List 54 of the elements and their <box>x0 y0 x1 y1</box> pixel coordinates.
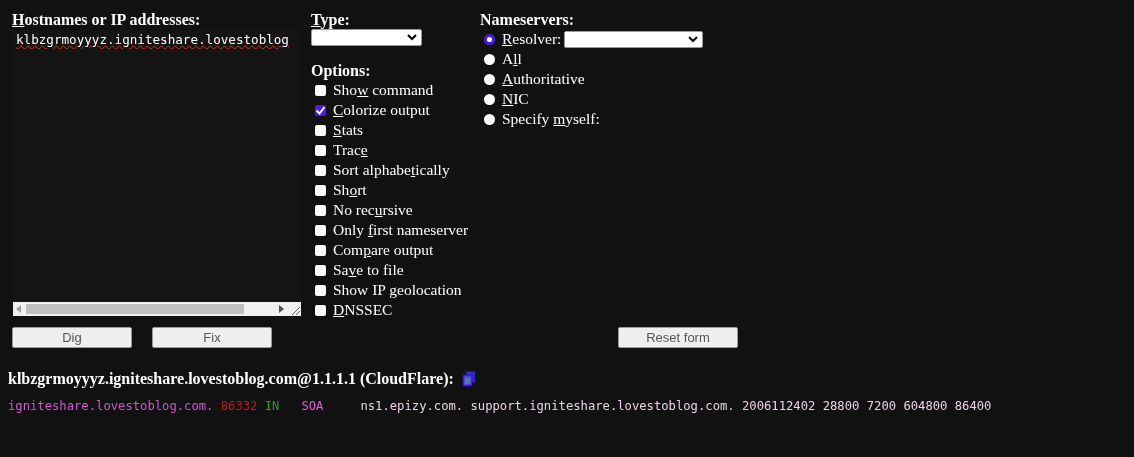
option-label[interactable]: Only first nameserver <box>333 221 469 239</box>
radio-button[interactable] <box>484 33 495 45</box>
checkbox[interactable] <box>315 244 326 256</box>
horizontal-scrollbar[interactable] <box>13 302 287 316</box>
scroll-right-icon[interactable] <box>278 305 284 313</box>
options-heading: Options: <box>311 61 372 80</box>
resize-grip-icon[interactable] <box>287 302 301 316</box>
hostnames-label: Hostnames or IP addresses: <box>12 10 202 29</box>
option-label[interactable]: Trace <box>333 141 368 159</box>
checkbox[interactable] <box>315 184 326 196</box>
type-label: Type: <box>311 10 351 29</box>
option-label[interactable]: Show IP geolocation <box>333 281 462 299</box>
fix-button[interactable]: Fix <box>152 327 272 348</box>
output-text: IN <box>264 399 280 413</box>
output-text: igniteshare.lovestoblog.com. <box>8 399 214 413</box>
checkbox[interactable] <box>315 144 326 156</box>
option-label[interactable]: Short <box>333 181 367 199</box>
option-label[interactable]: Compare output <box>333 241 434 259</box>
checkbox[interactable] <box>315 284 326 296</box>
checkbox[interactable] <box>315 264 326 276</box>
reset-button[interactable]: Reset form <box>618 327 738 348</box>
dig-button[interactable]: Dig <box>12 327 132 348</box>
checkbox[interactable] <box>315 104 326 116</box>
output-text: ns1.epizy.com. support.igniteshare.lovestoblog.com. 2006112402 28800 7200 604800 86400 <box>360 399 992 413</box>
nameservers-heading: Nameservers: <box>480 10 576 29</box>
radio-button[interactable] <box>484 73 495 85</box>
option-label[interactable]: Show command <box>333 81 434 99</box>
checkbox[interactable] <box>315 304 326 316</box>
output-text: 86332 <box>220 399 258 413</box>
option-label[interactable]: DNSSEC <box>333 301 393 319</box>
checkbox[interactable] <box>315 224 326 236</box>
option-label[interactable]: Stats <box>333 121 364 139</box>
nameserver-label[interactable]: NIC <box>502 90 529 108</box>
radio-button[interactable] <box>484 113 495 125</box>
checkbox[interactable] <box>315 164 326 176</box>
nameserver-label[interactable]: All <box>502 50 522 68</box>
resolver-select[interactable] <box>564 30 704 48</box>
copy-icon[interactable] <box>461 371 476 387</box>
result-title: klbzgrmoyyyz.igniteshare.lovestoblog.com@1.1.1.1 (CloudFlare): <box>8 370 454 388</box>
nameserver-label[interactable]: Authoritative <box>502 70 585 88</box>
chevron-down-icon[interactable] <box>407 34 417 41</box>
option-label[interactable]: Save to file <box>333 261 404 279</box>
option-label[interactable]: No recursive <box>333 201 413 219</box>
output-text: SOA <box>301 399 324 413</box>
nameserver-label[interactable]: Resolver: <box>502 30 562 48</box>
checkbox[interactable] <box>315 84 326 96</box>
option-label[interactable]: Sort alphabetically <box>333 161 450 179</box>
option-label[interactable]: Colorize output <box>333 101 430 119</box>
nameserver-label[interactable]: Specify myself: <box>502 110 600 128</box>
chevron-down-icon[interactable] <box>688 35 699 43</box>
radio-button[interactable] <box>484 53 495 65</box>
checkbox[interactable] <box>315 204 326 216</box>
radio-button[interactable] <box>484 93 495 105</box>
checkbox[interactable] <box>315 124 326 136</box>
